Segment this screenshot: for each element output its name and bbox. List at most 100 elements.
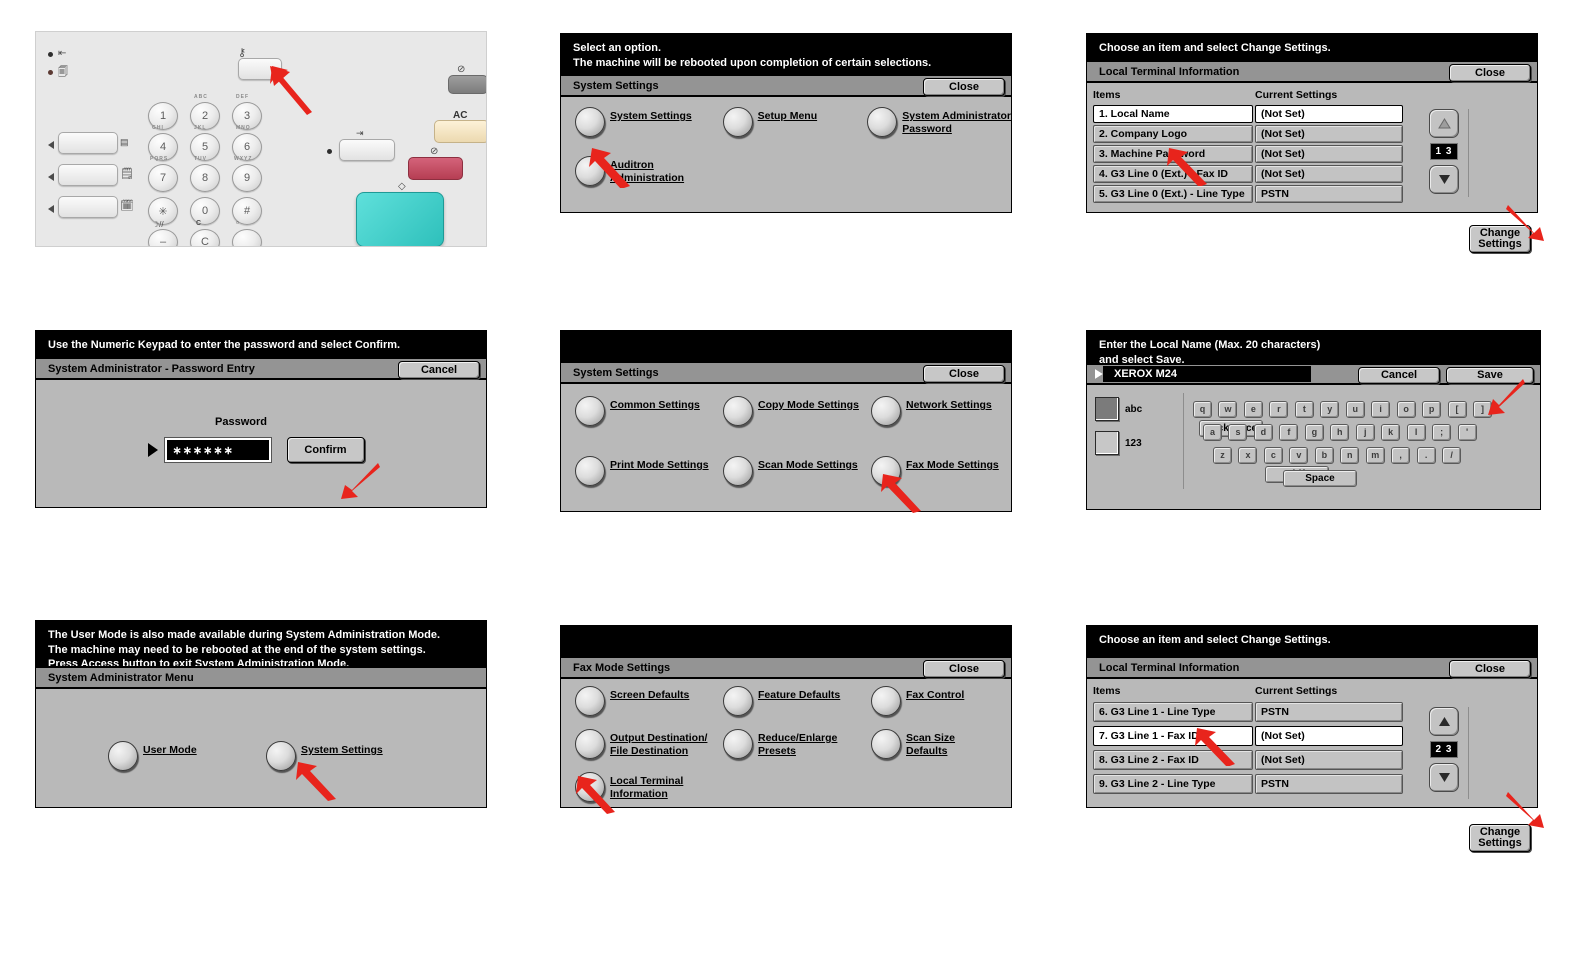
option-radio-icon[interactable] xyxy=(575,686,605,716)
option-radio-icon[interactable] xyxy=(871,396,901,426)
option-scan-size-defaults[interactable]: Scan Size Defaults xyxy=(871,729,955,759)
close-button[interactable]: Close xyxy=(1449,64,1531,82)
option-feature-defaults[interactable]: Feature Defaults xyxy=(723,686,871,716)
key-o[interactable]: o xyxy=(1396,400,1416,418)
table-row[interactable]: 9. G3 Line 2 - Line Type PSTN xyxy=(1093,774,1537,794)
keypad-key-clear[interactable]: C xyxy=(190,229,220,246)
option-radio-icon[interactable] xyxy=(723,456,753,486)
scroll-up-button[interactable] xyxy=(1429,707,1459,736)
start-button[interactable] xyxy=(356,192,444,246)
change-settings-button[interactable]: Change Settings xyxy=(1469,225,1531,253)
keypad-key-9[interactable]: 9 xyxy=(232,164,262,192)
option-reduce-enlarge-presets[interactable]: Reduce/Enlarge Presets xyxy=(723,729,871,759)
option-radio-icon[interactable] xyxy=(871,729,901,759)
key-v[interactable]: v xyxy=(1289,446,1309,464)
table-row[interactable]: 6. G3 Line 1 - Line Type PSTN xyxy=(1093,702,1537,722)
table-row[interactable]: 2. Company Logo (Not Set) xyxy=(1093,125,1537,143)
mode-toggle-abc[interactable]: abc xyxy=(1095,397,1142,421)
option-radio-icon[interactable] xyxy=(575,729,605,759)
stop-button[interactable] xyxy=(408,157,463,180)
option-print-mode-settings[interactable]: Print Mode Settings xyxy=(575,456,723,486)
key-x[interactable]: x xyxy=(1238,446,1258,464)
key-j[interactable]: j xyxy=(1355,423,1375,441)
close-button[interactable]: Close xyxy=(923,365,1005,383)
cancel-button[interactable]: Cancel xyxy=(1358,367,1440,384)
all-clear-button[interactable] xyxy=(434,120,486,143)
key-z[interactable]: z xyxy=(1213,446,1232,464)
table-row[interactable]: 7. G3 Line 1 - Fax ID (Not Set) xyxy=(1093,726,1537,746)
key-bracket-left[interactable]: [ xyxy=(1447,400,1467,418)
option-network-settings[interactable]: Network Settings xyxy=(871,396,992,426)
keypad-key-7[interactable]: 7 xyxy=(148,164,178,192)
option-copy-mode-settings[interactable]: Copy Mode Settings xyxy=(723,396,871,426)
space-key[interactable]: Space xyxy=(1283,470,1357,487)
key-h[interactable]: h xyxy=(1330,423,1350,441)
key-e[interactable]: e xyxy=(1243,400,1263,418)
key-p[interactable]: p xyxy=(1422,400,1442,418)
close-button[interactable]: Close xyxy=(923,660,1005,678)
option-system-administrator-password[interactable]: System Administrator Password xyxy=(867,107,1011,137)
option-setup-menu[interactable]: Setup Menu xyxy=(722,107,868,137)
power-saver-button[interactable] xyxy=(448,75,486,94)
key-apostrophe[interactable]: ' xyxy=(1457,423,1477,441)
option-radio-icon[interactable] xyxy=(575,772,605,802)
scroll-down-button[interactable] xyxy=(1429,763,1459,792)
option-local-terminal-information[interactable]: Local Terminal Information xyxy=(575,772,683,802)
access-button[interactable] xyxy=(238,58,282,80)
option-radio-icon[interactable] xyxy=(575,456,605,486)
keypad-key-speeddial[interactable] xyxy=(232,229,262,246)
key-bracket-right[interactable]: ] xyxy=(1472,400,1492,418)
option-radio-icon[interactable] xyxy=(575,396,605,426)
option-radio-icon[interactable] xyxy=(723,729,753,759)
option-system-settings[interactable]: System Settings xyxy=(266,741,383,771)
softkey-scan[interactable] xyxy=(58,196,118,218)
close-button[interactable]: Close xyxy=(923,78,1005,96)
key-a[interactable]: a xyxy=(1203,423,1222,441)
key-s[interactable]: s xyxy=(1228,423,1248,441)
option-common-settings[interactable]: Common Settings xyxy=(575,396,723,426)
mode-toggle-123[interactable]: 123 xyxy=(1095,431,1142,455)
save-button[interactable]: Save xyxy=(1446,367,1534,384)
table-row[interactable]: 1. Local Name (Not Set) xyxy=(1093,105,1537,123)
scroll-down-button[interactable] xyxy=(1429,165,1459,194)
key-m[interactable]: m xyxy=(1365,446,1385,464)
scroll-up-button[interactable] xyxy=(1429,109,1459,138)
softkey-fax[interactable] xyxy=(58,164,118,186)
confirm-button[interactable]: Confirm xyxy=(286,437,365,463)
option-radio-icon[interactable] xyxy=(723,396,753,426)
option-radio-icon[interactable] xyxy=(575,107,605,137)
key-d[interactable]: d xyxy=(1253,423,1273,441)
key-semicolon[interactable]: ; xyxy=(1432,423,1452,441)
key-b[interactable]: b xyxy=(1314,446,1334,464)
key-r[interactable]: r xyxy=(1269,400,1289,418)
option-auditron-administration[interactable]: Auditron Administration xyxy=(575,156,684,186)
key-c[interactable]: c xyxy=(1263,446,1283,464)
key-t[interactable]: t xyxy=(1294,400,1314,418)
key-comma[interactable]: , xyxy=(1391,446,1411,464)
cancel-button[interactable]: Cancel xyxy=(398,361,480,379)
option-system-settings[interactable]: System Settings xyxy=(575,107,723,137)
mode-abc-indicator[interactable] xyxy=(1095,397,1119,421)
key-n[interactable]: n xyxy=(1340,446,1360,464)
key-y[interactable]: y xyxy=(1320,400,1340,418)
option-radio-icon[interactable] xyxy=(871,456,901,486)
mode-123-indicator[interactable] xyxy=(1095,431,1119,455)
keypad-key-dash[interactable]: – xyxy=(148,229,178,246)
key-k[interactable]: k xyxy=(1381,423,1401,441)
softkey-copy[interactable] xyxy=(58,132,118,154)
local-name-input[interactable]: XEROX M24 xyxy=(1103,366,1311,382)
key-l[interactable]: l xyxy=(1406,423,1426,441)
key-g[interactable]: g xyxy=(1304,423,1324,441)
key-w[interactable]: w xyxy=(1218,400,1238,418)
keypad-key-8[interactable]: 8 xyxy=(190,164,220,192)
option-radio-icon[interactable] xyxy=(723,686,753,716)
key-slash[interactable]: / xyxy=(1442,446,1462,464)
option-fax-mode-settings[interactable]: Fax Mode Settings xyxy=(871,456,999,486)
interrupt-button[interactable] xyxy=(339,139,395,161)
option-radio-icon[interactable] xyxy=(867,107,898,137)
option-screen-defaults[interactable]: Screen Defaults xyxy=(575,686,723,716)
key-q[interactable]: q xyxy=(1193,400,1212,418)
change-settings-button[interactable]: Change Settings xyxy=(1469,824,1531,852)
option-radio-icon[interactable] xyxy=(266,741,296,771)
option-user-mode[interactable]: User Mode xyxy=(108,741,266,771)
